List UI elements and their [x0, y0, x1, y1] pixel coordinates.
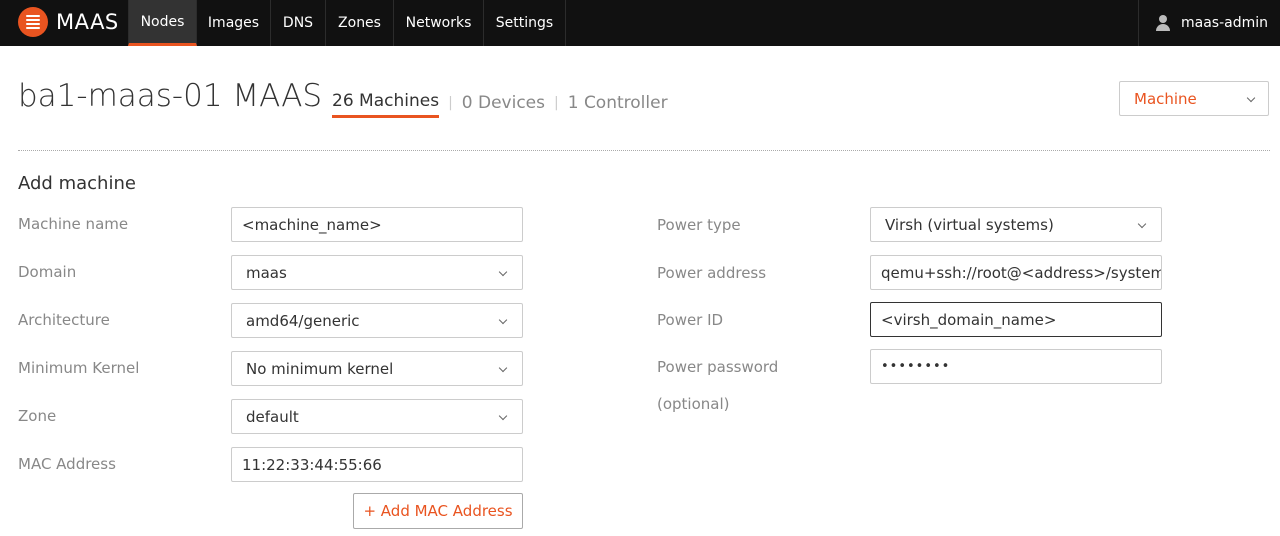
mac-address-value: 11:22:33:44:55:66: [242, 455, 382, 474]
top-navbar: MAAS Nodes Images DNS Zones Networks Set…: [0, 0, 1280, 46]
power-address-input[interactable]: qemu+ssh://root@<address>/system: [870, 255, 1162, 290]
node-counts: 26 Machines | 0 Devices | 1 Controller: [332, 91, 668, 118]
power-address-label: Power address: [657, 264, 767, 282]
brand-name: MAAS: [56, 10, 119, 34]
user-name: maas-admin: [1181, 15, 1269, 31]
add-mac-address-button[interactable]: + Add MAC Address: [353, 493, 523, 529]
power-password-input[interactable]: ••••••••: [870, 349, 1162, 384]
power-type-select[interactable]: Virsh (virtual systems): [870, 207, 1162, 242]
tab-settings[interactable]: Settings: [484, 0, 566, 46]
machine-name-input[interactable]: <machine_name>: [231, 207, 523, 242]
domain-value: maas: [246, 263, 287, 282]
power-password-value: ••••••••: [881, 359, 951, 374]
chevron-down-icon: [1137, 220, 1147, 230]
mac-address-input[interactable]: 11:22:33:44:55:66: [231, 447, 523, 482]
tab-images[interactable]: Images: [197, 0, 271, 46]
user-icon: [1155, 15, 1171, 31]
architecture-value: amd64/generic: [246, 311, 360, 330]
separator: |: [554, 94, 559, 111]
power-type-value: Virsh (virtual systems): [885, 215, 1054, 234]
zone-label: Zone: [18, 407, 57, 425]
machine-name-label: Machine name: [18, 215, 129, 233]
power-password-label: Power password: [657, 358, 779, 376]
power-type-label: Power type: [657, 216, 741, 234]
mac-address-label: MAC Address: [18, 455, 116, 473]
chevron-down-icon: [498, 316, 508, 326]
chevron-down-icon: [498, 412, 508, 422]
maas-logo-icon: [18, 7, 48, 37]
form-title: Add machine: [18, 173, 136, 194]
architecture-select[interactable]: amd64/generic: [231, 303, 523, 338]
brand[interactable]: MAAS: [18, 7, 119, 37]
power-id-value: <virsh_domain_name>: [881, 310, 1057, 329]
power-id-input[interactable]: <virsh_domain_name>: [870, 302, 1162, 337]
domain-label: Domain: [18, 263, 77, 281]
node-type-value: Machine: [1134, 89, 1197, 108]
controllers-link[interactable]: 1 Controller: [568, 93, 668, 117]
min-kernel-value: No minimum kernel: [246, 359, 394, 378]
devices-link[interactable]: 0 Devices: [462, 93, 545, 117]
user-menu[interactable]: maas-admin: [1138, 0, 1280, 46]
min-kernel-label: Minimum Kernel: [18, 359, 140, 377]
zone-value: default: [246, 407, 299, 426]
power-password-optional-label: (optional): [657, 395, 730, 413]
tab-dns[interactable]: DNS: [271, 0, 326, 46]
machines-link[interactable]: 26 Machines: [332, 91, 440, 118]
divider: [18, 150, 1270, 151]
tab-nodes[interactable]: Nodes: [128, 0, 197, 46]
machine-name-value: <machine_name>: [242, 215, 382, 234]
node-type-select[interactable]: Machine: [1119, 81, 1269, 116]
power-id-label: Power ID: [657, 311, 724, 329]
page-title: ba1-maas-01 MAAS: [18, 78, 323, 114]
tab-networks[interactable]: Networks: [394, 0, 484, 46]
architecture-label: Architecture: [18, 311, 110, 329]
power-address-value: qemu+ssh://root@<address>/system: [881, 263, 1162, 282]
chevron-down-icon: [1246, 94, 1256, 104]
chevron-down-icon: [498, 364, 508, 374]
tab-zones[interactable]: Zones: [326, 0, 394, 46]
separator: |: [448, 94, 453, 111]
chevron-down-icon: [498, 268, 508, 278]
zone-select[interactable]: default: [231, 399, 523, 434]
min-kernel-select[interactable]: No minimum kernel: [231, 351, 523, 386]
domain-select[interactable]: maas: [231, 255, 523, 290]
